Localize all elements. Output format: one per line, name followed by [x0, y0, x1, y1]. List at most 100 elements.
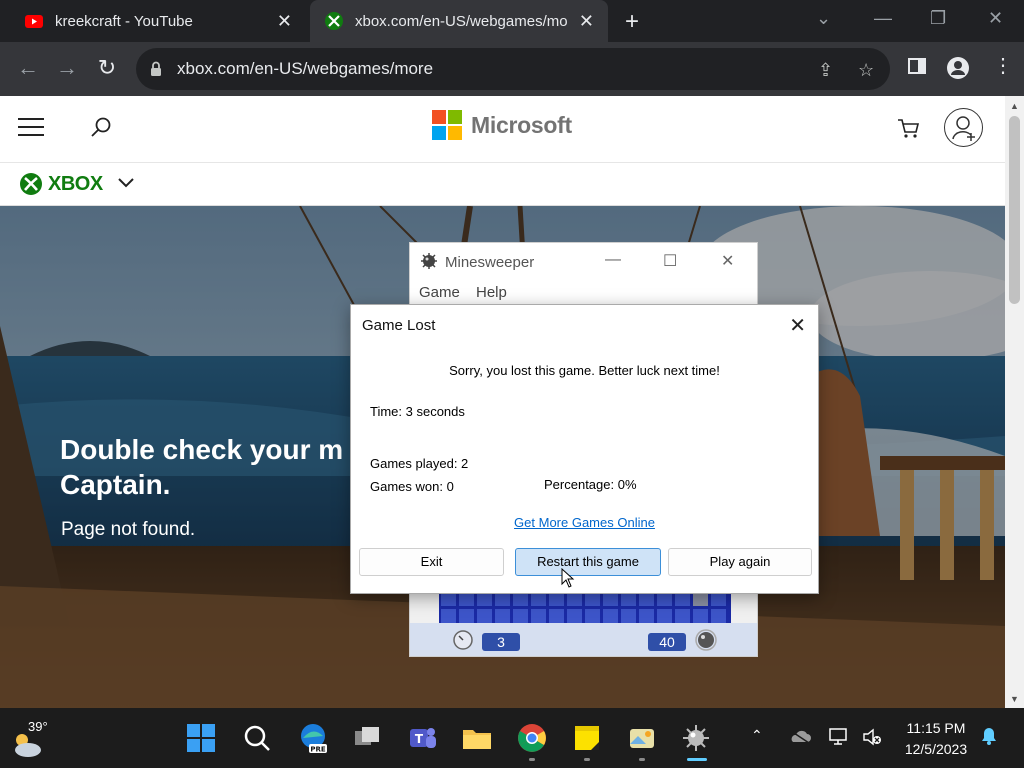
youtube-icon	[25, 15, 43, 28]
headline-line-2: Captain.	[60, 469, 171, 500]
minesweeper-title: Minesweeper	[445, 254, 535, 271]
account-button[interactable]	[944, 108, 983, 147]
task-view-icon[interactable]	[351, 722, 383, 754]
minimize-icon[interactable]: —	[605, 251, 621, 269]
desktop-screen: kreekcraft - YouTube ✕ xbox.com/en-US/we…	[0, 0, 1024, 768]
restart-game-button[interactable]: Restart this game	[515, 548, 661, 576]
temperature-text: 39°	[28, 719, 48, 734]
close-tab-icon[interactable]: ✕	[277, 11, 292, 32]
cart-icon[interactable]	[897, 118, 921, 140]
tab-xbox[interactable]: xbox.com/en-US/webgames/mo ✕	[310, 0, 608, 42]
side-panel-icon[interactable]	[907, 56, 927, 76]
page-scrollbar[interactable]: ▲ ▼	[1005, 96, 1024, 708]
minesweeper-active-indicator	[687, 758, 707, 761]
notification-bell-icon[interactable]	[980, 726, 998, 746]
chevron-down-icon[interactable]	[117, 177, 135, 189]
close-icon[interactable]: ✕	[789, 313, 806, 338]
back-icon[interactable]: ←	[16, 56, 40, 80]
scroll-down-icon[interactable]: ▼	[1010, 694, 1019, 704]
file-explorer-icon[interactable]	[461, 722, 493, 754]
xbox-wordmark[interactable]: XBOX	[48, 173, 103, 196]
mine-counter-icon	[695, 629, 717, 651]
close-icon[interactable]: ✕	[721, 251, 734, 271]
minesweeper-icon[interactable]	[680, 722, 712, 754]
show-hidden-icons-icon[interactable]: ⌃	[751, 727, 763, 744]
minesweeper-titlebar[interactable]: Minesweeper — ☐ ✕	[410, 243, 757, 280]
microsoft-logo[interactable]: Microsoft	[432, 110, 572, 140]
photos-running-indicator	[639, 758, 645, 761]
maximize-icon[interactable]: ☐	[663, 251, 677, 271]
games-played-stat: Games played: 2	[370, 456, 469, 471]
photos-icon[interactable]	[626, 722, 658, 754]
svg-text:PRE: PRE	[310, 746, 326, 754]
dialog-message: Sorry, you lost this game. Better luck n…	[449, 363, 720, 378]
browser-toolbar: ← → ↻ xbox.com/en-US/webgames/more ⇪ ☆ ⋮	[0, 42, 1024, 96]
headline-line-1: Double check your m	[60, 434, 344, 465]
close-window-icon[interactable]: ✕	[988, 8, 1003, 29]
address-bar[interactable]: xbox.com/en-US/webgames/more ⇪ ☆	[136, 48, 890, 90]
url-text: xbox.com/en-US/webgames/more	[177, 59, 434, 78]
teams-icon[interactable]: T	[406, 722, 438, 754]
exit-button[interactable]: Exit	[359, 548, 504, 576]
chrome-icon[interactable]	[516, 722, 548, 754]
hamburger-menu-icon[interactable]	[18, 118, 44, 142]
sticky-notes-icon[interactable]	[571, 722, 603, 754]
minimize-icon[interactable]: —	[874, 8, 892, 29]
volume-muted-icon[interactable]	[862, 728, 882, 746]
time-counter: 3	[482, 633, 520, 651]
time-stat: Time: 3 seconds	[370, 404, 465, 419]
menu-help[interactable]: Help	[476, 284, 507, 301]
microsoft-header: Microsoft	[0, 96, 1005, 163]
close-tab-icon[interactable]: ✕	[579, 11, 594, 32]
start-icon[interactable]	[185, 722, 217, 754]
minesweeper-status-bar: 3 40	[410, 623, 757, 656]
xbox-icon	[325, 12, 343, 30]
timer-clock-icon	[453, 630, 473, 650]
play-again-button[interactable]: Play again	[668, 548, 812, 576]
restore-icon[interactable]: ❐	[930, 8, 946, 29]
bookmark-star-icon[interactable]: ☆	[858, 60, 874, 81]
sticky-notes-running-indicator	[584, 758, 590, 761]
forward-icon[interactable]: →	[55, 56, 79, 80]
new-tab-icon[interactable]: +	[625, 8, 639, 36]
games-won-stat: Games won: 0	[370, 479, 454, 494]
microsoft-wordmark: Microsoft	[471, 111, 572, 138]
search-icon[interactable]	[89, 116, 113, 140]
svg-text:T: T	[415, 732, 424, 746]
menu-game[interactable]: Game	[419, 284, 460, 301]
get-more-games-link[interactable]: Get More Games Online	[351, 515, 818, 530]
mouse-cursor-icon	[561, 568, 575, 588]
onedrive-icon[interactable]	[789, 729, 811, 745]
microsoft-logo-icon	[432, 110, 462, 140]
menu-kebab-icon[interactable]: ⋮	[993, 53, 1013, 78]
game-lost-dialog: Game Lost ✕ Sorry, you lost this game. B…	[350, 304, 819, 594]
edge-pre-icon[interactable]: PRE	[297, 722, 329, 754]
tab-search-chevron-icon[interactable]: ⌄	[816, 8, 831, 29]
tab-title: kreekcraft - YouTube	[55, 12, 193, 30]
scroll-up-icon[interactable]: ▲	[1010, 101, 1019, 111]
xbox-logo-icon[interactable]	[19, 172, 43, 196]
mine-counter: 40	[648, 633, 686, 651]
scrollbar-thumb[interactable]	[1009, 116, 1020, 304]
page-not-found-text: Page not found.	[61, 519, 196, 540]
percentage-stat: Percentage: 0%	[544, 477, 637, 492]
error-headline: Double check your m Captain.	[60, 432, 360, 502]
dialog-title: Game Lost	[362, 317, 436, 334]
share-icon[interactable]: ⇪	[818, 60, 833, 81]
lock-icon	[151, 61, 161, 76]
minesweeper-menubar: Game Help	[410, 280, 757, 306]
mine-icon	[421, 253, 437, 269]
windows-taskbar: 39° PRE T ⌃ 11:15 PM 12/5/2023	[0, 708, 1024, 768]
clock-time: 11:15 PM	[906, 720, 966, 736]
xbox-nav-bar: XBOX	[0, 163, 1005, 206]
minefield-grid[interactable]	[439, 590, 731, 625]
tab-youtube[interactable]: kreekcraft - YouTube ✕	[0, 0, 306, 42]
search-icon[interactable]	[241, 722, 273, 754]
network-display-icon[interactable]	[829, 728, 851, 746]
tab-title: xbox.com/en-US/webgames/mo	[355, 12, 568, 30]
reload-icon[interactable]: ↻	[95, 56, 119, 80]
clock-date: 12/5/2023	[904, 741, 968, 757]
account-add-icon	[952, 116, 975, 141]
taskbar-clock[interactable]: 11:15 PM 12/5/2023	[898, 718, 974, 760]
profile-icon[interactable]	[946, 56, 970, 80]
